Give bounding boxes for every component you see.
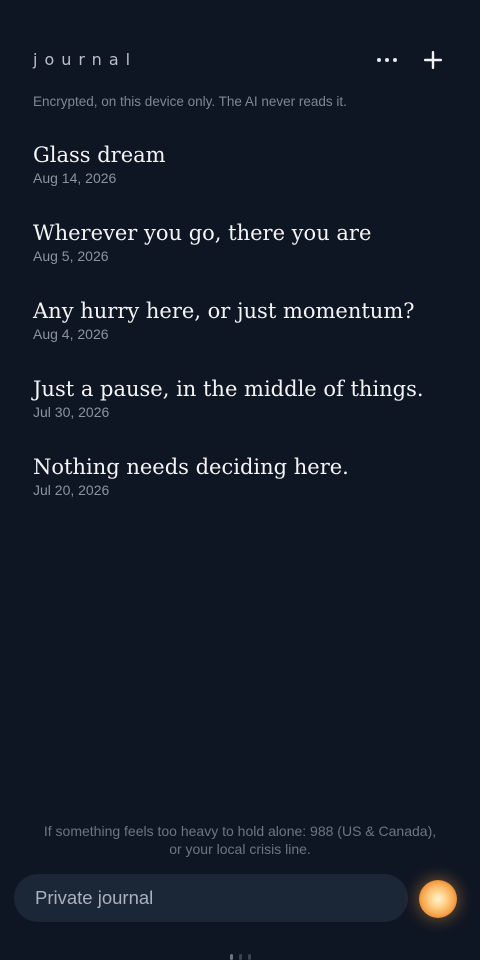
entry-list: Glass dream Aug 14, 2026 Wherever you go… xyxy=(33,140,447,530)
entry-title: Glass dream xyxy=(33,143,166,167)
entry-date: Aug 4, 2026 xyxy=(33,326,109,342)
encryption-notice: Encrypted, on this device only. The AI n… xyxy=(33,94,347,109)
journal-composer xyxy=(14,874,408,922)
entry-title: Any hurry here, or just momentum? xyxy=(33,299,415,323)
header: journal xyxy=(33,44,447,76)
plus-icon xyxy=(424,51,442,69)
app-title: journal xyxy=(33,50,138,69)
crisis-note-line-2: or your local crisis line. xyxy=(169,841,311,857)
page-dot xyxy=(229,954,233,960)
journal-entry[interactable]: Wherever you go, there you are Aug 5, 20… xyxy=(33,218,447,296)
more-horizontal-icon xyxy=(377,58,397,62)
entry-date: Aug 14, 2026 xyxy=(33,170,117,186)
journal-entry[interactable]: Any hurry here, or just momentum? Aug 4,… xyxy=(33,296,447,374)
journal-entry[interactable]: Nothing needs deciding here. Jul 20, 202… xyxy=(33,452,447,530)
journal-entry[interactable]: Glass dream Aug 14, 2026 xyxy=(33,140,447,218)
page-dot xyxy=(238,954,242,960)
entry-date: Jul 20, 2026 xyxy=(33,482,110,498)
new-entry-button[interactable] xyxy=(419,46,447,74)
entry-title: Nothing needs deciding here. xyxy=(33,455,349,479)
entry-date: Jul 30, 2026 xyxy=(33,404,110,420)
page-indicator xyxy=(0,954,480,960)
entry-title: Just a pause, in the middle of things. xyxy=(33,377,424,401)
entry-title: Wherever you go, there you are xyxy=(33,221,372,245)
journal-entry[interactable]: Just a pause, in the middle of things. J… xyxy=(33,374,447,452)
crisis-line-note: If something feels too heavy to hold alo… xyxy=(20,822,460,858)
entry-date: Aug 5, 2026 xyxy=(33,248,109,264)
page-dot xyxy=(247,954,251,960)
crisis-note-line-1: If something feels too heavy to hold alo… xyxy=(43,823,437,839)
orb-button[interactable] xyxy=(419,880,457,918)
journal-input[interactable] xyxy=(33,886,397,910)
more-options-button[interactable] xyxy=(373,46,401,74)
